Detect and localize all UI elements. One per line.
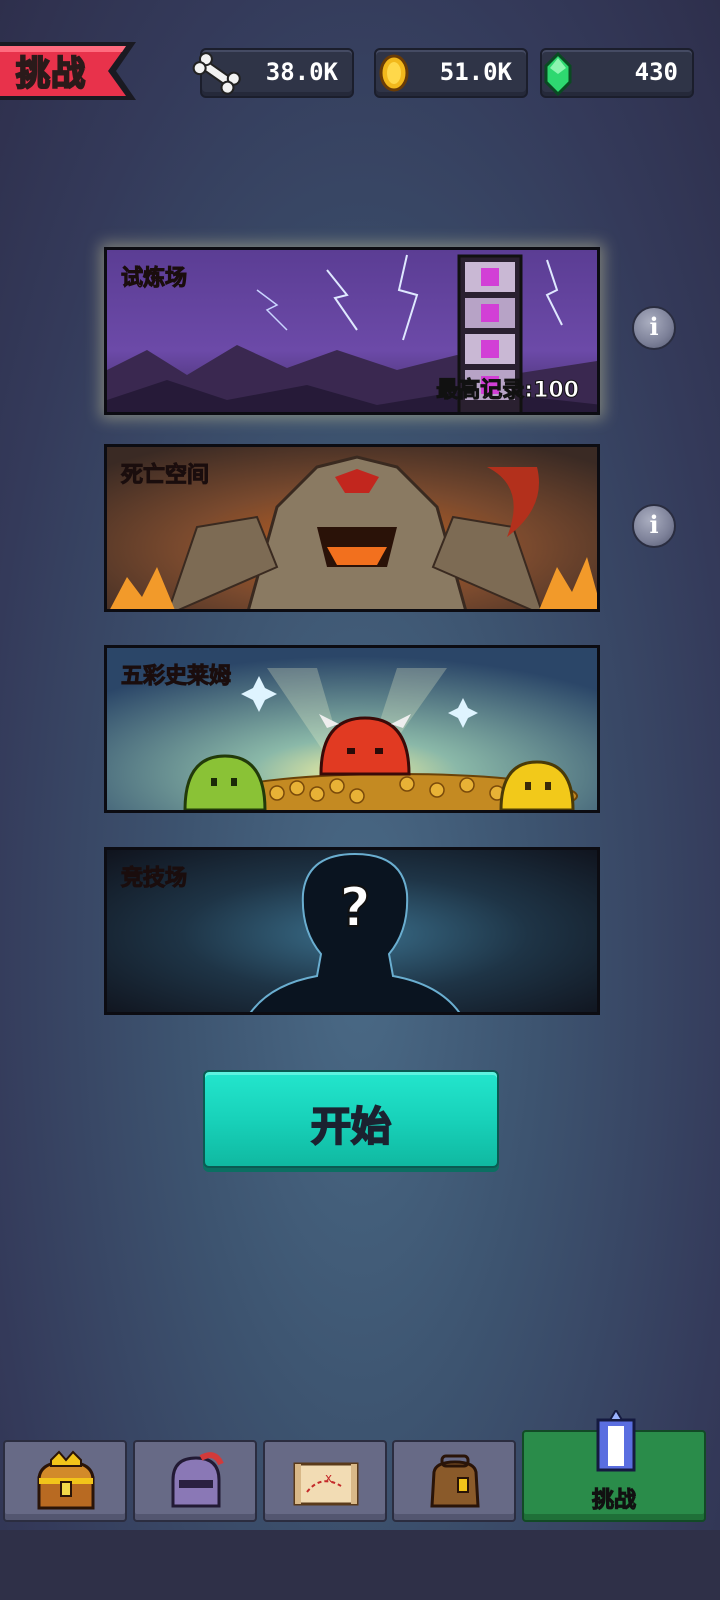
mode-title-arena: 竞技场 — [120, 866, 188, 892]
bone-counter[interactable]: 38.0K — [192, 48, 354, 98]
mode-card-trial[interactable]: 试炼场 最高记录:100 — [104, 247, 600, 415]
coin-value: 51.0K — [439, 58, 512, 86]
bottom-nav: x 挑战 — [0, 1410, 720, 1600]
mode-title-death-space: 死亡空间 — [120, 463, 210, 489]
mode-title-trial: 试炼场 — [120, 266, 188, 292]
bone-icon — [192, 52, 241, 95]
mode-card-colorful-slime[interactable]: 五彩史莱姆 — [104, 645, 600, 813]
info-button-trial[interactable]: i — [632, 306, 676, 350]
page-title-banner: 挑战 — [0, 40, 140, 102]
mode-card-arena[interactable]: ? 竞技场 — [104, 847, 600, 1015]
best-record-label: 最高记录:100 — [436, 378, 580, 404]
knight-helmet-icon — [171, 1452, 224, 1508]
treasure-chest-icon — [37, 1450, 95, 1510]
red-slime — [319, 714, 411, 776]
nav-item-treasure[interactable] — [3, 1440, 127, 1522]
bone-value: 38.0K — [265, 58, 338, 86]
mode-title-colorful-slime: 五彩史莱姆 — [120, 664, 232, 690]
info-icon: i — [649, 312, 659, 341]
gem-value: 430 — [634, 58, 678, 86]
gem-counter[interactable]: 430 — [540, 48, 694, 98]
coin-icon — [379, 54, 409, 92]
page-title: 挑战 — [15, 53, 86, 95]
crystal-sword-icon — [596, 1410, 636, 1472]
question-mark-icon: ? — [339, 876, 370, 939]
nav-item-challenge[interactable]: 挑战 — [522, 1410, 706, 1522]
mode-card-death-space[interactable]: 死亡空间 — [104, 444, 600, 612]
coin-counter[interactable]: 51.0K — [374, 48, 528, 98]
nav-item-equipment[interactable] — [133, 1440, 257, 1522]
info-icon: i — [649, 510, 659, 539]
info-button-death-space[interactable]: i — [632, 504, 676, 548]
gem-icon — [544, 51, 572, 97]
svg-text:x: x — [325, 1471, 332, 1485]
map-scroll-icon: x — [293, 1462, 359, 1506]
nav-active-label: 挑战 — [591, 1488, 636, 1514]
nav-item-map[interactable]: x — [263, 1440, 387, 1522]
backpack-icon — [430, 1454, 480, 1508]
start-button[interactable]: 开始 — [203, 1070, 499, 1168]
nav-item-bag[interactable] — [392, 1440, 516, 1522]
start-button-label: 开始 — [310, 1103, 392, 1151]
